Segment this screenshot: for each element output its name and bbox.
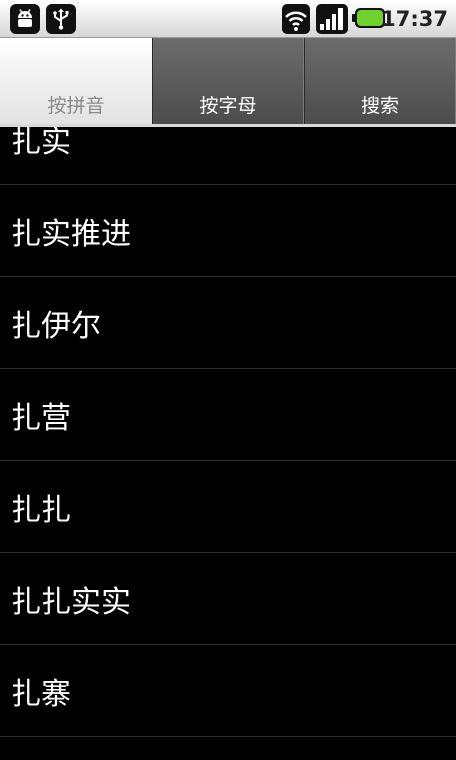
tab-bar: 按拼音 按字母 搜索 bbox=[0, 38, 456, 124]
list-item[interactable]: 扎实推进 bbox=[0, 185, 456, 277]
word-list[interactable]: 扎实 扎实推进 扎伊尔 扎营 扎扎 扎扎实实 扎寨 bbox=[0, 127, 456, 760]
tab-search[interactable]: 搜索 bbox=[304, 38, 456, 124]
list-item[interactable]: 扎实 bbox=[0, 127, 456, 185]
tab-alphabet[interactable]: 按字母 bbox=[152, 38, 304, 124]
android-debug-icon bbox=[10, 4, 40, 34]
list-item[interactable]: 扎扎 bbox=[0, 461, 456, 553]
tab-pinyin[interactable]: 按拼音 bbox=[0, 38, 152, 124]
signal-icon bbox=[316, 4, 348, 38]
list-item[interactable]: 扎扎实实 bbox=[0, 553, 456, 645]
list-item[interactable]: 扎寨 bbox=[0, 645, 456, 737]
list-item[interactable]: 扎伊尔 bbox=[0, 277, 456, 369]
status-bar: 17:37 bbox=[0, 0, 456, 38]
usb-icon bbox=[46, 4, 76, 34]
list-item[interactable]: 扎营 bbox=[0, 369, 456, 461]
wifi-icon bbox=[282, 4, 310, 38]
status-time: 17:37 bbox=[381, 7, 448, 31]
